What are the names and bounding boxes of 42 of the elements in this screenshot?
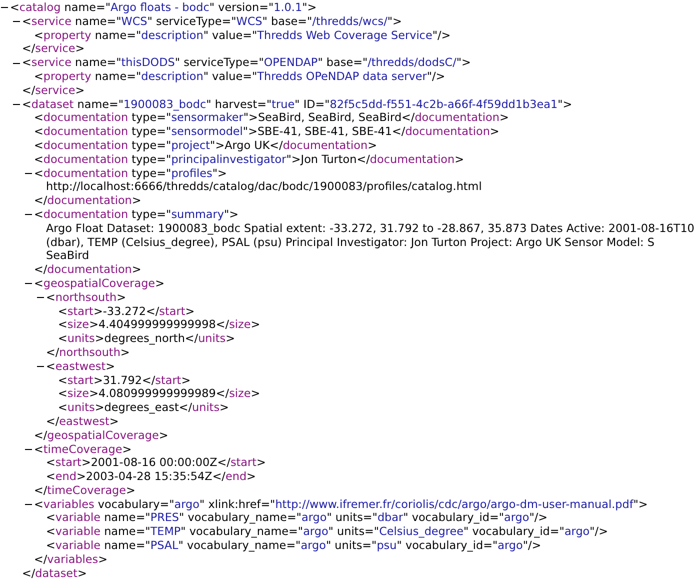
xml-line: <property name="description" value="Thredds OPeNDAP data server"/>	[34, 70, 446, 83]
xml-line: <documentation type="summary">	[34, 208, 239, 222]
xml-line: <documentation type="sensormaker">SeaBird, SeaBird, SeaBird</documentation>	[34, 111, 509, 124]
xml-line: </documentation>	[34, 263, 142, 276]
xml-line: <documentation type="profiles">	[34, 166, 227, 180]
xml-line: <service name="WCS" serviceType="WCS" base="/thredds/wcs/">	[22, 14, 402, 29]
xml-line: Argo Float Dataset: 1900083_bodc Spatial extent: -33.272, 31.792 to -28.867, 35.873 Dates Active: 2001-08-16T10	[46, 222, 694, 235]
xml-line: SeaBird	[46, 249, 90, 262]
xml-line: <variable name="PSAL" vocabulary_name="argo" units="psu" vocabulary_id="argo"/>	[46, 539, 542, 552]
xml-line: (dbar), TEMP (Celsius_degree), PSAL (psu) Principal Investigator: Jon Turton Project: Argo UK Sensor Model: S	[46, 236, 654, 249]
xml-line: <start>31.792</start>	[58, 374, 191, 387]
xml-line: </northsouth>	[46, 346, 130, 359]
xml-line: </geospatialCoverage>	[34, 428, 168, 442]
xml-line: <documentation type="principalinvestigator">Jon Turton</documentation>	[34, 152, 464, 166]
xml-line: <eastwest>	[46, 360, 115, 374]
xml-line: </timeCoverage>	[34, 484, 136, 497]
xml-line: <start>2001-08-16 00:00:00Z</start>	[46, 456, 266, 470]
xml-line: </dataset>	[22, 566, 87, 580]
xml-line: <catalog name="Argo floats - bodc" version="1.0.1">	[10, 1, 317, 15]
xml-line: <northsouth>	[46, 290, 126, 305]
xml-line: <timeCoverage>	[34, 442, 132, 456]
xml-line: <size>4.404999999999998</size>	[58, 318, 260, 332]
xml-line: <service name="thisDODS" serviceType="OPENDAP" base="/thredds/dodsC/">	[22, 56, 471, 70]
xml-line: <property name="description" value="Thredds Web Coverage Service"/>	[34, 28, 451, 42]
xml-line: </service>	[22, 84, 85, 97]
xml-line: <size>4.080999999999989</size>	[58, 387, 260, 400]
xml-line: <variables vocabulary="argo" xlink:href="http://www.ifremer.fr/coriolis/cdc/argo/argo-dm-user-manual.pdf">	[34, 498, 648, 512]
xml-line: </eastwest>	[46, 414, 119, 428]
xml-line: <start>-33.272</start>	[58, 304, 195, 318]
xml-line: <variable name="TEMP" vocabulary_name="argo" units="Celsius_degree" vocabulary_id="argo"/>	[46, 525, 608, 538]
xml-line: <end>2003-04-28 15:35:54Z</end>	[46, 470, 256, 484]
xml-line: </documentation>	[34, 194, 142, 208]
xml-line: http://localhost:6666/thredds/catalog/dac/bodc/1900083/profiles/catalog.html	[46, 180, 482, 194]
xml-line: <units>degrees_north</units>	[58, 332, 235, 346]
xml-line: </variables>	[34, 552, 108, 566]
xml-line: <variable name="PRES" vocabulary_name="argo" units="dbar" vocabulary_id="argo"/>	[46, 511, 548, 524]
xml-line: <documentation type="sensormodel">SBE-41, SBE-41, SBE-41</documentation>	[34, 125, 500, 138]
xml-line: </service>	[22, 42, 85, 56]
xml-line: <documentation type="project">Argo UK</documentation>	[34, 138, 377, 152]
xml-line: <units>degrees_east</units>	[58, 401, 229, 414]
xml-line: <dataset name="1900083_bodc" harvest="true" ID="82f5c5dd-f551-4c2b-a66f-4f59dd1b3ea1">	[22, 98, 572, 112]
xml-line: <geospatialCoverage>	[34, 276, 164, 291]
